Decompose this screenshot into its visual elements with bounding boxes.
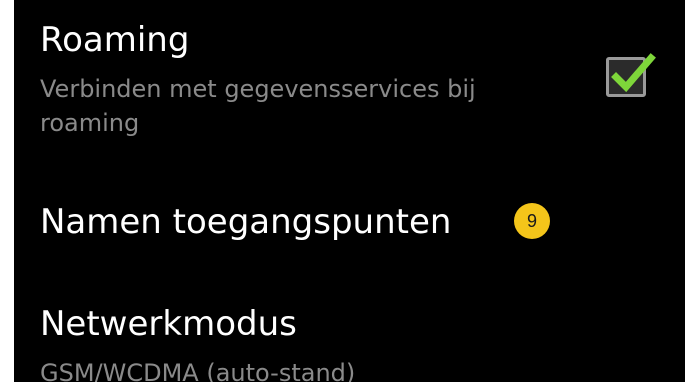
step-badge: 9	[514, 203, 550, 239]
network-mode-setting[interactable]: Netwerkmodus GSM/WCDMA (auto-stand)	[14, 280, 685, 382]
settings-screen: Roaming Verbinden met gegevensservices b…	[14, 0, 685, 382]
network-mode-summary: GSM/WCDMA (auto-stand)	[40, 359, 356, 382]
roaming-checkbox[interactable]	[606, 53, 656, 97]
roaming-summary: Verbinden met gegevensservices bij roami…	[40, 75, 476, 137]
roaming-setting[interactable]: Roaming Verbinden met gegevensservices b…	[14, 0, 685, 170]
access-point-names-title: Namen toegangspunten	[40, 202, 452, 242]
check-icon	[611, 53, 656, 93]
roaming-title: Roaming	[40, 20, 190, 60]
network-mode-title: Netwerkmodus	[40, 304, 297, 344]
access-point-names-setting[interactable]: Namen toegangspunten 9	[14, 170, 685, 280]
